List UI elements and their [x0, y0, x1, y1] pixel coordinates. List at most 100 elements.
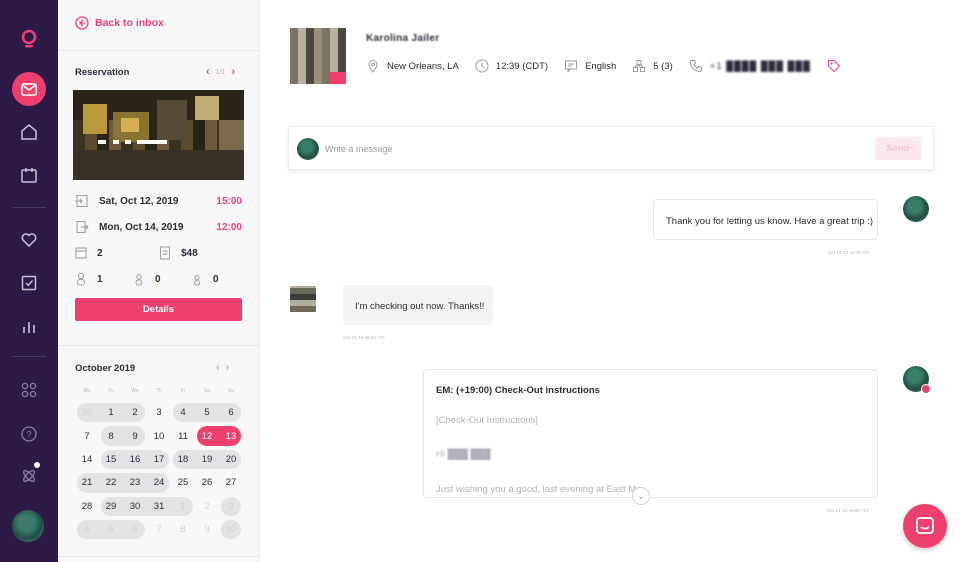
calendar-day[interactable]: 27 — [219, 471, 243, 494]
expand-message-icon[interactable]: ⌄ — [632, 487, 650, 505]
calendar-day[interactable]: 10 — [147, 424, 171, 447]
calendar-day[interactable]: 20 — [219, 448, 243, 471]
calendar-day[interactable]: 3 — [147, 401, 171, 424]
adult-icon — [77, 272, 85, 286]
calendar-day[interactable]: 25 — [171, 471, 195, 494]
inbox-icon[interactable] — [0, 71, 58, 107]
prev-reservation-icon[interactable]: ‹ — [206, 66, 210, 78]
calendar-day[interactable]: 11 — [171, 424, 195, 447]
calendar-day-number: 19 — [201, 453, 213, 465]
calendar-day[interactable]: 3 — [219, 495, 243, 518]
calendar-day-number: 6 — [132, 524, 138, 536]
chat-icon — [565, 60, 578, 73]
calendar-day-number: 11 — [178, 430, 188, 442]
apps-grid-icon[interactable] — [0, 372, 58, 408]
local-time-text: 12:39 (CDT) — [495, 60, 549, 72]
calendar-day[interactable]: 17 — [147, 448, 171, 471]
calendar-day[interactable]: 7 — [147, 518, 171, 541]
details-button[interactable]: Details — [75, 298, 242, 321]
calendar-day[interactable]: 14 — [75, 448, 99, 471]
tag-icon — [827, 59, 841, 73]
message-timestamp: Oct 13 '19 19:00 +07 — [827, 508, 869, 513]
calendar-day[interactable]: 4 — [75, 518, 99, 541]
calendar-day[interactable]: 2 — [195, 495, 219, 518]
help-icon[interactable]: ? — [0, 416, 58, 452]
calendar-day[interactable]: 22 — [99, 471, 123, 494]
calendar-day-number: 8 — [180, 524, 186, 536]
checkbox-icon[interactable] — [0, 265, 58, 301]
calendar-day[interactable]: 24 — [147, 471, 171, 494]
host-avatar — [297, 138, 319, 160]
chat-support-button[interactable] — [903, 504, 947, 548]
calendar-day[interactable]: 5 — [99, 518, 123, 541]
calendar-day[interactable]: 7 — [75, 424, 99, 447]
calendar-day[interactable]: 16 — [123, 448, 147, 471]
message-composer[interactable]: Write a message Send — [288, 126, 934, 170]
calendar-day[interactable]: 12 — [195, 424, 219, 447]
notification-dot — [34, 462, 40, 468]
calendar-day[interactable]: 8 — [171, 518, 195, 541]
calendar-day[interactable]: 26 — [195, 471, 219, 494]
calendar-day[interactable]: 18 — [171, 448, 195, 471]
divider — [58, 50, 260, 51]
location-pin-icon — [368, 60, 378, 73]
calendar-day[interactable]: 1 — [99, 401, 123, 424]
automated-message-line: [Check-Out Instructions] — [436, 415, 538, 426]
next-month-icon[interactable]: › — [226, 362, 236, 374]
calendar-day[interactable]: 9 — [195, 518, 219, 541]
next-reservation-icon[interactable]: › — [231, 66, 235, 78]
guest-name: Karolina Jailer — [366, 33, 440, 44]
calendar-day[interactable]: 31 — [147, 495, 171, 518]
conversation-panel: Karolina Jailer New Orleans, LA 12:39 (C… — [260, 0, 960, 562]
guest-location: New Orleans, LA — [366, 59, 459, 73]
message-bubble-outgoing: Thank you for letting us know. Have a gr… — [653, 199, 878, 240]
calendar-day[interactable]: 15 — [99, 448, 123, 471]
calendar-day[interactable]: 6 — [219, 401, 243, 424]
calendar-day-number: 22 — [105, 477, 117, 489]
calendar-day[interactable]: 23 — [123, 471, 147, 494]
bar-chart-icon[interactable] — [0, 309, 58, 345]
clock-icon — [475, 59, 489, 73]
calendar-day-number: 4 — [84, 524, 90, 536]
calendar-day[interactable]: 4 — [171, 401, 195, 424]
calendar-day[interactable]: 8 — [99, 424, 123, 447]
svg-text:?: ? — [26, 430, 31, 440]
tag-button[interactable] — [827, 59, 841, 73]
message-timestamp: Oct 14 '19 10:10 +07 — [828, 250, 870, 255]
calendar-day[interactable]: 9 — [123, 424, 147, 447]
calendar-day[interactable]: 6 — [123, 518, 147, 541]
calendar-day-number: 21 — [81, 477, 93, 489]
calendar-icon[interactable] — [0, 157, 58, 193]
guest-local-time: 12:39 (CDT) — [475, 59, 548, 73]
calendar-day-number: 7 — [156, 524, 162, 536]
calendar-day[interactable]: 30 — [75, 401, 99, 424]
calendar-day-number: 4 — [180, 407, 186, 419]
message-input[interactable]: Write a message — [325, 144, 392, 154]
chat-bubble-icon — [916, 517, 934, 534]
calendar-day-number: 5 — [204, 407, 210, 419]
integrations-icon[interactable] — [0, 458, 58, 494]
home-icon[interactable] — [0, 114, 58, 150]
calendar-day[interactable]: 5 — [195, 401, 219, 424]
calendar-day[interactable]: 19 — [195, 448, 219, 471]
infants-count: 0 — [191, 272, 219, 286]
calendar-day[interactable]: 30 — [123, 495, 147, 518]
send-button[interactable]: Send — [875, 137, 921, 160]
calendar-day[interactable]: 29 — [99, 495, 123, 518]
calendar-day-number: 30 — [129, 500, 141, 512]
prev-month-icon[interactable]: ‹ — [216, 362, 226, 374]
calendar-day-number: 17 — [153, 453, 165, 465]
calendar-day[interactable]: 28 — [75, 495, 99, 518]
back-to-inbox-link[interactable]: Back to inbox — [75, 16, 164, 30]
calendar-day[interactable]: 10 — [219, 518, 243, 541]
calendar-day-number: 26 — [201, 477, 213, 489]
calendar-grid: 30 1 2 3 4 5 6 7 8 9 10 11 12 13 14 15 16 17 18 19 20 21 22 23 2… — [75, 401, 243, 541]
calendar-day[interactable]: 2 — [123, 401, 147, 424]
calendar-day[interactable]: 13 — [219, 424, 243, 447]
logo-icon[interactable] — [0, 21, 58, 57]
calendar-day[interactable]: 21 — [75, 471, 99, 494]
calendar-day[interactable]: 1 — [171, 495, 195, 518]
calendar-day-number: 3 — [156, 407, 162, 419]
heart-icon[interactable] — [0, 222, 58, 258]
user-avatar[interactable] — [12, 510, 44, 542]
